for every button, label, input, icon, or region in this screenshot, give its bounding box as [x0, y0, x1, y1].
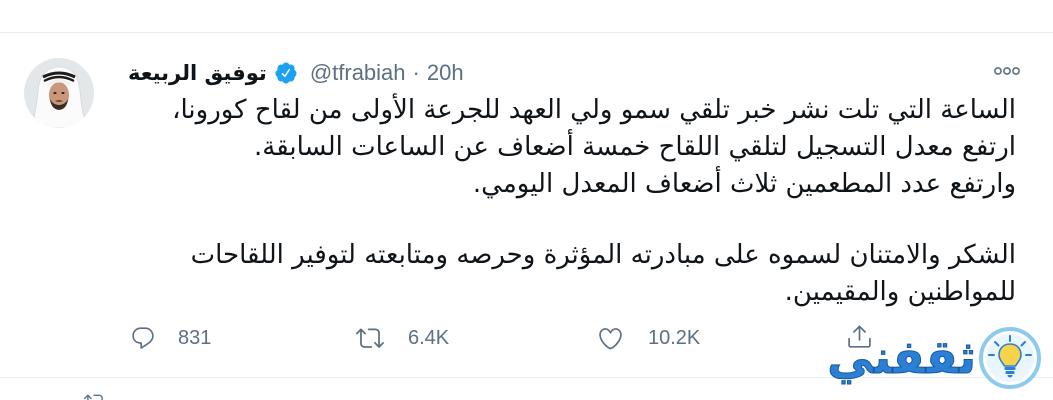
- like-button[interactable]: 10.2K: [597, 324, 700, 352]
- retweet-icon: [84, 394, 103, 400]
- site-watermark: ثقفني: [827, 320, 1042, 396]
- tweet-header: توفيق الربيعة @tfrabiah · 20h: [128, 58, 464, 88]
- retweet-button[interactable]: 6.4K: [356, 324, 449, 352]
- author-name[interactable]: توفيق الربيعة: [128, 61, 267, 85]
- reply-icon: [130, 325, 156, 351]
- watermark-logo-text: ثقفني: [827, 330, 977, 385]
- tweet-text: ارتفع معدل التسجيل لتلقي اللقاح خمسة أضع…: [254, 132, 1016, 162]
- more-icon[interactable]: [992, 63, 1022, 79]
- retweet-count: 6.4K: [408, 326, 450, 349]
- tweet-text: وارتفع عدد المطعمين ثلاث أضعاف المعدل ال…: [472, 169, 1016, 199]
- tweet-paragraph: الساعة التي تلت نشر خبر تلقي سمو ولي الع…: [128, 92, 1016, 203]
- verified-badge-icon: [274, 61, 298, 85]
- tweet-text-line: الشكر والامتنان لسموه على مبادرته المؤثر…: [128, 237, 1016, 274]
- next-tweet-context: [84, 391, 108, 400]
- tweet-paragraph: الشكر والامتنان لسموه على مبادرته المؤثر…: [128, 237, 1016, 311]
- like-count: 10.2K: [648, 326, 701, 349]
- tweet-text: الشكر والامتنان لسموه على مبادرته المؤثر…: [190, 240, 1016, 270]
- tweet-top-divider: [0, 32, 1053, 33]
- tweet-timestamp[interactable]: 20h: [427, 60, 464, 86]
- tweet-text: الساعة التي تلت نشر خبر تلقي سمو ولي الع…: [172, 95, 1016, 125]
- header-separator: ·: [412, 60, 420, 85]
- tweet-text: للمواطنين والمقيمين.: [784, 277, 1016, 307]
- tweet-text-line: وارتفع عدد المطعمين ثلاث أضعاف المعدل ال…: [128, 166, 1016, 203]
- tweet-text-line: الساعة التي تلت نشر خبر تلقي سمو ولي الع…: [128, 92, 1016, 129]
- tweet-text-line: للمواطنين والمقيمين.: [128, 274, 1016, 311]
- profile-photo-icon: [24, 58, 94, 128]
- reply-count: 831: [178, 326, 212, 349]
- reply-button[interactable]: 831: [130, 324, 211, 352]
- retweet-icon: [356, 324, 384, 352]
- lightbulb-icon: [978, 326, 1042, 390]
- tweet-text-line: ارتفع معدل التسجيل لتلقي اللقاح خمسة أضع…: [128, 129, 1016, 166]
- author-handle[interactable]: @tfrabiah: [310, 60, 406, 86]
- avatar[interactable]: [24, 58, 94, 128]
- heart-icon: [597, 325, 624, 352]
